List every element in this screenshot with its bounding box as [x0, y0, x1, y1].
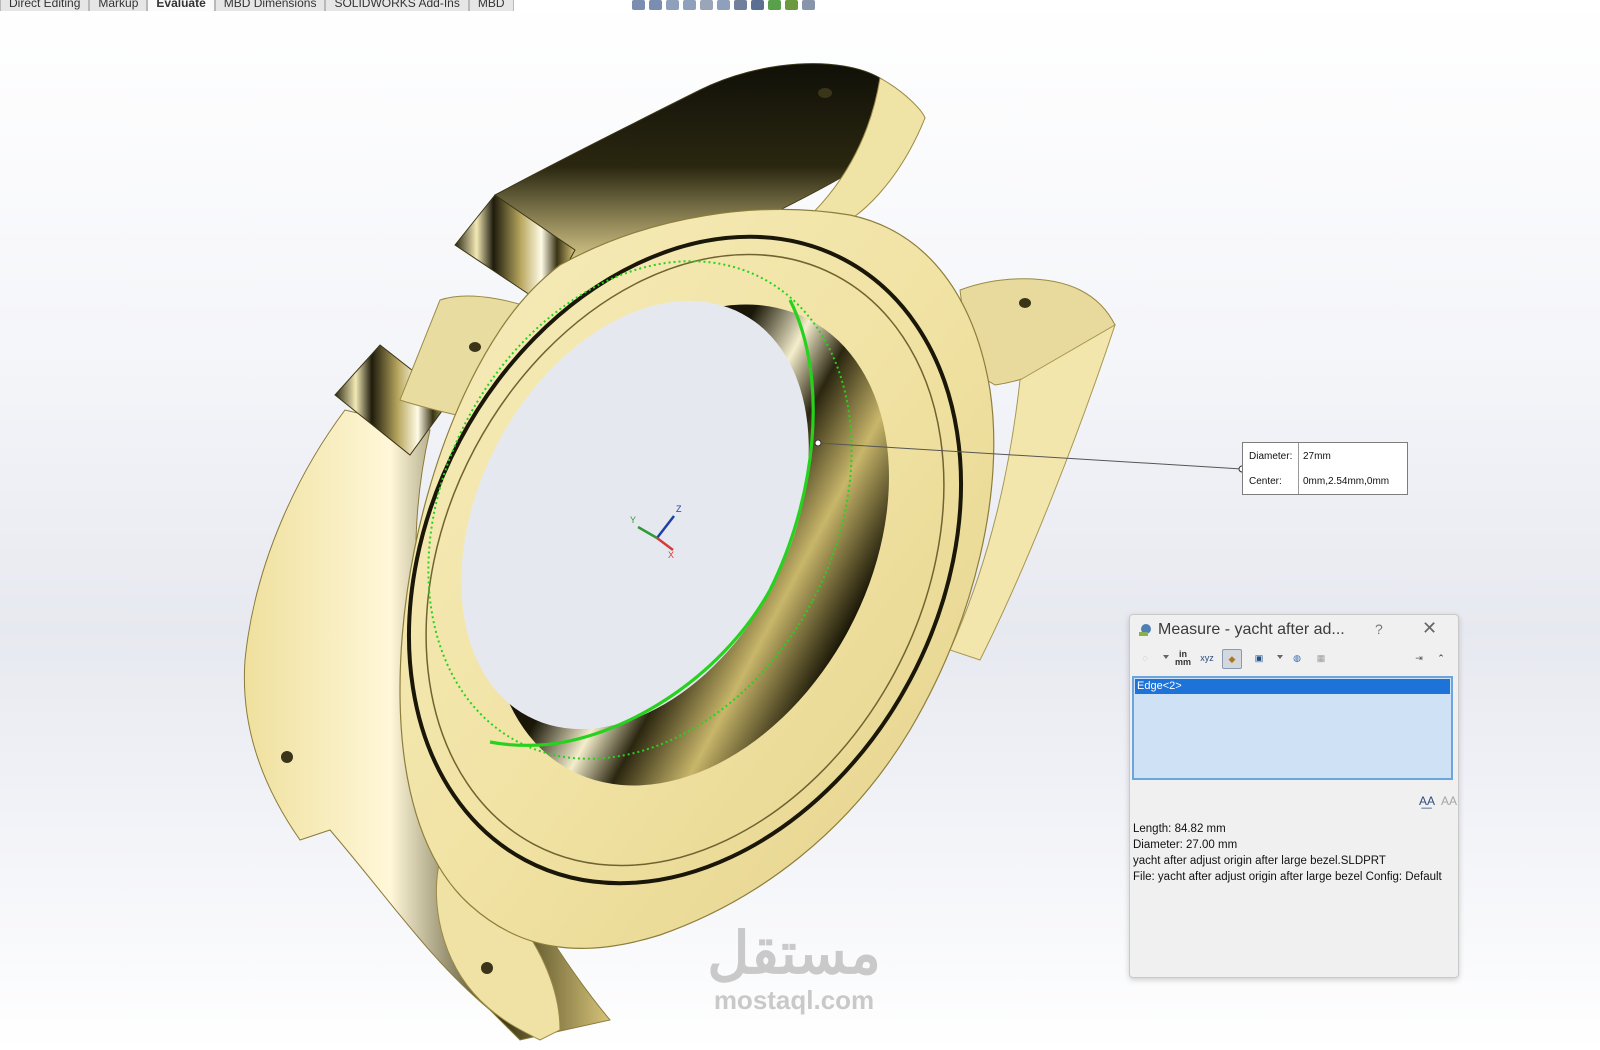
- create-sensor-icon[interactable]: ▦: [1312, 649, 1330, 667]
- result-file-config: File: yacht after adjust origin after la…: [1133, 871, 1442, 883]
- callout-center-label: Center:: [1249, 476, 1282, 487]
- triad-x-label: X: [668, 550, 674, 560]
- pin-icon[interactable]: ⇥: [1410, 649, 1428, 667]
- dialog-toolbar: ◌ in mm xyz ◆ ▣ ◍ ▦ ⇥ ⌃: [1130, 647, 1458, 671]
- collapse-icon[interactable]: ⌃: [1432, 649, 1450, 667]
- decrease-font-icon[interactable]: AA: [1441, 794, 1457, 808]
- measure-dialog[interactable]: Measure - yacht after ad... ? ✕ ◌ in mm …: [1129, 614, 1459, 978]
- watermark-arabic: مستقل: [707, 921, 881, 986]
- screw-hole: [481, 962, 493, 974]
- dialog-title: Measure - yacht after ad...: [1158, 621, 1345, 638]
- watermark-latin: mostaql.com: [713, 985, 875, 1015]
- callout-row-center: Center: 0mm,2.54mm,0mm: [1243, 468, 1407, 493]
- units-in-mm-icon[interactable]: in mm: [1174, 649, 1192, 668]
- screw-hole: [469, 342, 481, 352]
- chevron-down-icon[interactable]: [1277, 655, 1283, 659]
- result-length: Length: 84.82 mm: [1133, 823, 1226, 835]
- measure-icon: [1139, 624, 1151, 636]
- measurement-history-icon[interactable]: ◍: [1288, 649, 1306, 667]
- measure-results: Length: 84.82 mm Diameter: 27.00 mm yach…: [1133, 821, 1442, 885]
- projected-on-icon[interactable]: ▣: [1250, 649, 1268, 667]
- chevron-down-icon[interactable]: [1163, 655, 1169, 659]
- dialog-titlebar[interactable]: Measure - yacht after ad... ? ✕: [1130, 615, 1458, 645]
- triad-z-label: Z: [676, 504, 682, 514]
- help-button[interactable]: ?: [1375, 621, 1383, 637]
- measure-callout: Diameter: 27mm Center: 0mm,2.54mm,0mm: [1242, 442, 1408, 495]
- increase-font-icon[interactable]: A͟A: [1419, 794, 1435, 808]
- result-diameter: Diameter: 27.00 mm: [1133, 839, 1238, 851]
- screw-hole: [281, 751, 293, 763]
- units-mm-label: mm: [1174, 657, 1191, 667]
- show-xyz-icon[interactable]: xyz: [1198, 649, 1216, 667]
- screw-hole: [818, 88, 832, 98]
- callout-row-diameter: Diameter: 27mm: [1243, 443, 1407, 468]
- point-to-point-icon[interactable]: ◆: [1222, 649, 1242, 669]
- font-size-controls: A͟A AA: [1419, 794, 1457, 808]
- watermark: مستقل mostaql.com: [688, 921, 900, 1015]
- screw-hole: [1019, 298, 1031, 308]
- selection-list[interactable]: Edge<2>: [1132, 676, 1453, 780]
- close-icon[interactable]: ✕: [1422, 618, 1437, 639]
- triad-y-label: Y: [630, 515, 636, 525]
- result-part-name: yacht after adjust origin after large be…: [1133, 855, 1386, 867]
- callout-center-value: 0mm,2.54mm,0mm: [1303, 476, 1390, 487]
- selection-item[interactable]: Edge<2>: [1135, 679, 1450, 694]
- callout-diameter-label: Diameter:: [1249, 451, 1293, 462]
- leader-anchor: [814, 439, 822, 447]
- arc-circle-options-icon[interactable]: ◌: [1136, 649, 1154, 667]
- callout-diameter-value: 27mm: [1303, 451, 1331, 462]
